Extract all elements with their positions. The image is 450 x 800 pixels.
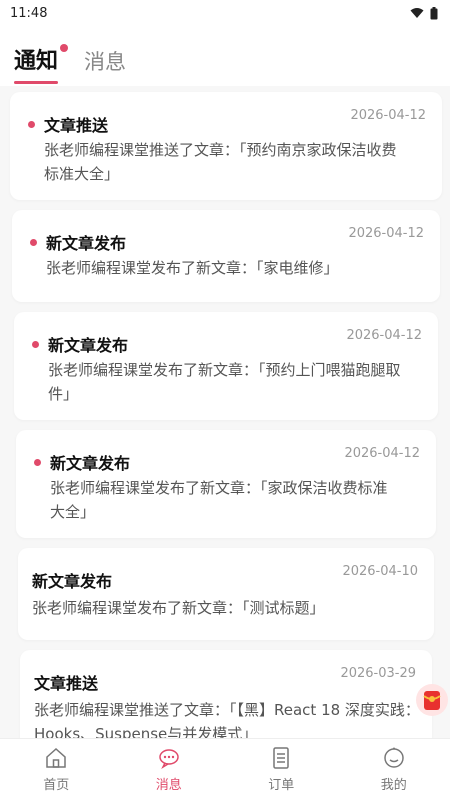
tab-underline bbox=[14, 81, 58, 84]
nav-home-label: 首页 bbox=[43, 778, 70, 793]
notification-body: 张老师编程课堂推送了文章：「【黑】React 18 深度实践：Hooks、Sus… bbox=[34, 701, 420, 738]
notification-date: 2026-04-12 bbox=[346, 328, 422, 343]
notification-card[interactable]: 新文章发布 2026-04-12 张老师编程课堂发布了新文章：「家政保洁收费标准大全… bbox=[16, 430, 436, 538]
notification-card[interactable]: 新文章发布 2026-04-12 张老师编程课堂发布了新文章：「家电维修」 bbox=[12, 210, 440, 302]
unread-dot bbox=[60, 44, 69, 52]
notification-date: 2026-04-12 bbox=[348, 226, 424, 241]
battery-icon bbox=[430, 6, 438, 19]
notification-body: 张老师编程课堂发布了新文章：「测试标题」 bbox=[32, 599, 325, 617]
status-bar: 11:48 bbox=[0, 0, 450, 26]
notification-body: 张老师编程课堂发布了新文章：「家政保洁收费标准大全」 bbox=[50, 479, 388, 521]
status-time: 11:48 bbox=[10, 5, 48, 21]
notification-body: 张老师编程课堂推送了文章：「预约南京家政保洁收费标准大全」 bbox=[44, 141, 397, 183]
notification-title: 文章推送 bbox=[34, 674, 99, 693]
nav-messages[interactable]: 消息 bbox=[124, 746, 214, 793]
tab-messages[interactable]: 消息 bbox=[84, 48, 126, 76]
red-packet-icon[interactable] bbox=[414, 682, 450, 718]
notification-card[interactable]: 新文章发布 2026-04-12 张老师编程课堂发布了新文章：「预约上门喂猫跑腿取件… bbox=[14, 312, 438, 420]
notification-card[interactable]: 文章推送 2026-03-29 张老师编程课堂推送了文章：「【黑】React 18 … bbox=[20, 650, 432, 738]
unread-dot bbox=[34, 459, 41, 466]
tab-notifications-label: 通知 bbox=[14, 49, 59, 74]
notification-title: 文章推送 bbox=[44, 116, 109, 135]
status-icons bbox=[410, 6, 438, 20]
nav-messages-label: 消息 bbox=[155, 778, 182, 793]
list-icon bbox=[273, 747, 289, 769]
notification-date: 2026-04-12 bbox=[344, 446, 420, 461]
nav-profile-label: 我的 bbox=[380, 778, 407, 793]
tab-notifications[interactable]: 通知 bbox=[14, 44, 69, 84]
nav-home[interactable]: 首页 bbox=[11, 746, 101, 793]
unread-dot bbox=[32, 341, 39, 348]
notification-date: 2026-04-12 bbox=[350, 108, 426, 123]
notification-title: 新文章发布 bbox=[46, 234, 127, 253]
notification-card[interactable]: 新文章发布 2026-04-10 张老师编程课堂发布了新文章：「测试标题」 bbox=[18, 548, 434, 640]
chat-icon bbox=[159, 749, 179, 769]
notification-title: 新文章发布 bbox=[48, 336, 129, 355]
notification-title: 新文章发布 bbox=[50, 454, 131, 473]
top-tabs: 通知 消息 bbox=[0, 26, 450, 86]
notification-list[interactable]: 文章推送 2026-04-12 张老师编程课堂推送了文章：「预约南京家政保洁收费标准… bbox=[0, 86, 450, 738]
notification-title: 新文章发布 bbox=[32, 572, 113, 591]
unread-dot bbox=[28, 121, 35, 128]
nav-profile[interactable]: 我的 bbox=[349, 746, 439, 793]
unread-dot bbox=[30, 239, 37, 246]
notification-body: 张老师编程课堂发布了新文章：「预约上门喂猫跑腿取件」 bbox=[48, 361, 401, 403]
home-icon bbox=[46, 747, 66, 768]
notification-card[interactable]: 文章推送 2026-04-12 张老师编程课堂推送了文章：「预约南京家政保洁收费标准… bbox=[10, 92, 442, 200]
notification-date: 2026-04-10 bbox=[342, 564, 418, 579]
user-icon bbox=[384, 747, 404, 768]
bottom-nav: 首页 消息 订单 我的 bbox=[0, 738, 450, 800]
wifi-icon bbox=[410, 8, 424, 18]
tab-messages-label: 消息 bbox=[84, 50, 127, 74]
nav-orders-label: 订单 bbox=[268, 778, 295, 793]
notification-body: 张老师编程课堂发布了新文章：「家电维修」 bbox=[46, 259, 339, 277]
notification-date: 2026-03-29 bbox=[340, 666, 416, 681]
nav-orders[interactable]: 订单 bbox=[236, 746, 326, 793]
